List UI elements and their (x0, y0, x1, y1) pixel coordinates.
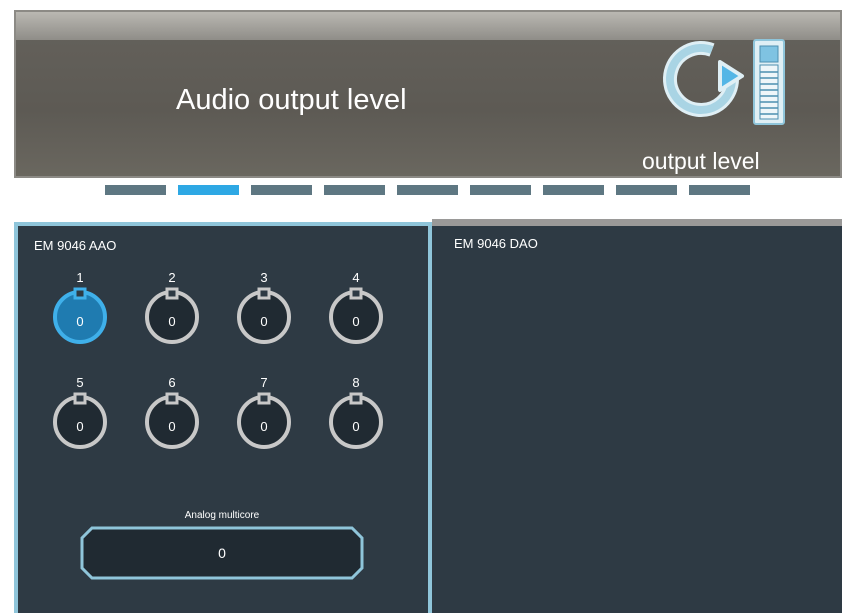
page-dot-1[interactable] (105, 185, 166, 195)
panel-title: EM 9046 DAO (454, 236, 538, 251)
page-dot-3[interactable] (251, 185, 312, 195)
page-dot-7[interactable] (543, 185, 604, 195)
multicore-label: Analog multicore (184, 510, 260, 521)
header-banner: Audio output level output level (14, 10, 842, 178)
page-dot-5[interactable] (397, 185, 458, 195)
channel-knob-5[interactable]: 50 (50, 375, 110, 453)
page-dot-9[interactable] (689, 185, 750, 195)
channel-knob-4[interactable]: 40 (326, 270, 386, 348)
channel-number: 5 (76, 375, 84, 390)
channel-value: 0 (352, 419, 360, 434)
channel-knob-7[interactable]: 70 (234, 375, 294, 453)
channel-value: 0 (168, 419, 176, 434)
channel-value: 0 (260, 314, 268, 329)
channel-knob-3[interactable]: 30 (234, 270, 294, 348)
channel-number: 2 (168, 270, 176, 285)
page-subtitle: output level (642, 148, 760, 174)
channel-value: 0 (76, 314, 84, 329)
channel-number: 3 (260, 270, 268, 285)
channel-knob-6[interactable]: 60 (142, 375, 202, 453)
panel-title: EM 9046 AAO (34, 238, 117, 253)
page-dot-2[interactable] (178, 185, 239, 195)
channel-number: 1 (76, 270, 84, 285)
channel-number: 4 (352, 270, 360, 285)
channel-knob-2[interactable]: 20 (142, 270, 202, 348)
channel-number: 8 (352, 375, 360, 390)
channel-value: 0 (76, 419, 84, 434)
page-title: Audio output level (176, 84, 407, 116)
page-dot-6[interactable] (470, 185, 531, 195)
page-dot-4[interactable] (324, 185, 385, 195)
page-dot-8[interactable] (616, 185, 677, 195)
page-indicator (105, 185, 750, 195)
channel-knob-1[interactable]: 10 (50, 270, 110, 348)
output-level-icon (654, 36, 804, 141)
channel-value: 0 (168, 314, 176, 329)
multicore-level-field[interactable]: 0 (80, 526, 364, 580)
channel-knob-8[interactable]: 80 (326, 375, 386, 453)
channel-number: 7 (260, 375, 268, 390)
channel-value: 0 (352, 314, 360, 329)
channel-value: 0 (260, 419, 268, 434)
panel-divider (432, 219, 842, 226)
channel-number: 6 (168, 375, 176, 390)
multicore-value: 0 (218, 545, 226, 561)
device-panel-dao[interactable]: EM 9046 DAO (432, 226, 842, 613)
